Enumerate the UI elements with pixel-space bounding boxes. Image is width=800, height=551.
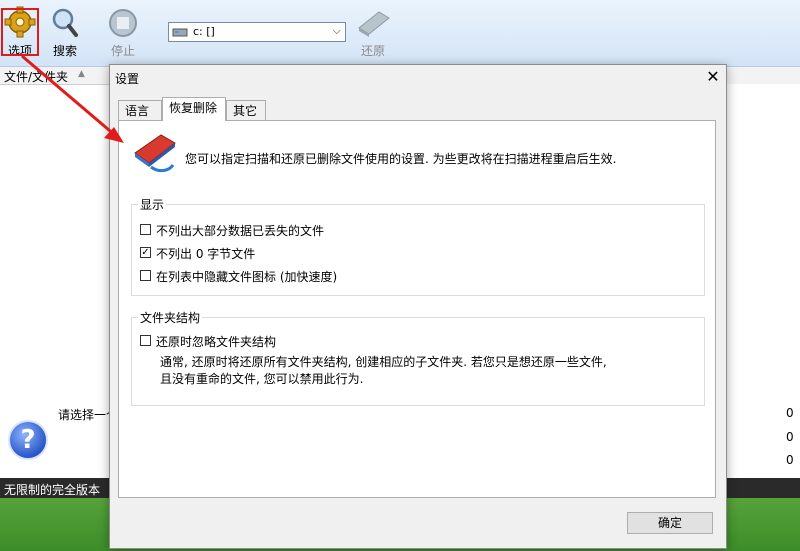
count-value: 0 [786, 406, 794, 420]
folder-structure-group-title: 文件夹结构 [138, 309, 203, 326]
display-group: 显示 不列出大部分数据已丢失的文件 ✓ 不列出 0 字节文件 在列表中隐藏文件图… [131, 196, 705, 296]
license-status: 无限制的完全版本 [4, 483, 101, 497]
toolbar: 选项 搜索 停止 c: [] ⌵ 还原 [0, 0, 800, 67]
checkbox[interactable] [140, 335, 151, 346]
info-text: 您可以指定扫描和还原已删除文件使用的设置. 为些更改将在扫描进程重启后生效. [185, 152, 617, 166]
folder-structure-group: 文件夹结构 还原时忽略文件夹结构 通常, 还原时将还原所有文件夹结构, 创建相应… [131, 309, 705, 406]
option-label: 不列出大部分数据已丢失的文件 [156, 224, 325, 238]
sort-up-icon: ▲ [78, 69, 85, 79]
tab-undelete[interactable]: 恢复删除 [162, 97, 226, 121]
restore-label: 还原 [360, 44, 385, 58]
stop-button[interactable]: 停止 [99, 4, 147, 62]
drive-select[interactable]: c: [] ⌵ [168, 22, 346, 42]
checkbox[interactable] [140, 224, 151, 235]
option-label: 在列表中隐藏文件图标 (加快速度) [156, 270, 338, 284]
search-icon [52, 8, 78, 37]
restore-button[interactable]: 还原 [349, 4, 397, 62]
drive-value: c: [] [193, 25, 215, 38]
display-group-title: 显示 [138, 196, 167, 213]
close-icon[interactable]: ✕ [702, 67, 724, 87]
stop-icon [109, 9, 137, 37]
tab-language[interactable]: 语言 [118, 100, 162, 120]
eraser-icon [134, 134, 176, 173]
help-icon[interactable]: ? [8, 420, 48, 460]
stop-label: 停止 [110, 44, 135, 58]
option-label: 不列出 0 字节文件 [156, 247, 256, 261]
count-value: 0 [786, 430, 794, 444]
dialog-title: 设置 [115, 72, 140, 86]
checkbox[interactable] [140, 270, 151, 281]
checkbox-checked[interactable]: ✓ [140, 247, 151, 258]
drive-icon [172, 28, 188, 37]
undelete-settings-panel: 您可以指定扫描和还原已删除文件使用的设置. 为些更改将在扫描进程重启后生效. 显… [118, 120, 716, 498]
file-folder-column-label: 文件/文件夹 [4, 70, 69, 84]
option-label: 还原时忽略文件夹结构 [156, 335, 277, 349]
folder-structure-description: 且没有重命的文件, 您可以禁用此行为. [160, 372, 364, 386]
options-highlight-box [1, 8, 39, 56]
chevron-down-icon: ⌵ [332, 24, 341, 37]
search-button[interactable]: 搜索 [41, 4, 89, 62]
folder-structure-description: 通常, 还原时将还原所有文件夹结构, 创建相应的子文件夹. 若您只是想还原一些文… [160, 355, 607, 369]
count-value: 0 [786, 453, 794, 467]
tab-other[interactable]: 其它 [226, 100, 266, 120]
ok-button[interactable]: 确定 [627, 512, 713, 534]
search-label: 搜索 [52, 44, 77, 58]
settings-dialog: 设置 ✕ 语言 恢复删除 其它 您可以指定扫描和还原已删除文件使用的设置. 为些… [109, 64, 727, 549]
eraser-icon [358, 11, 390, 37]
